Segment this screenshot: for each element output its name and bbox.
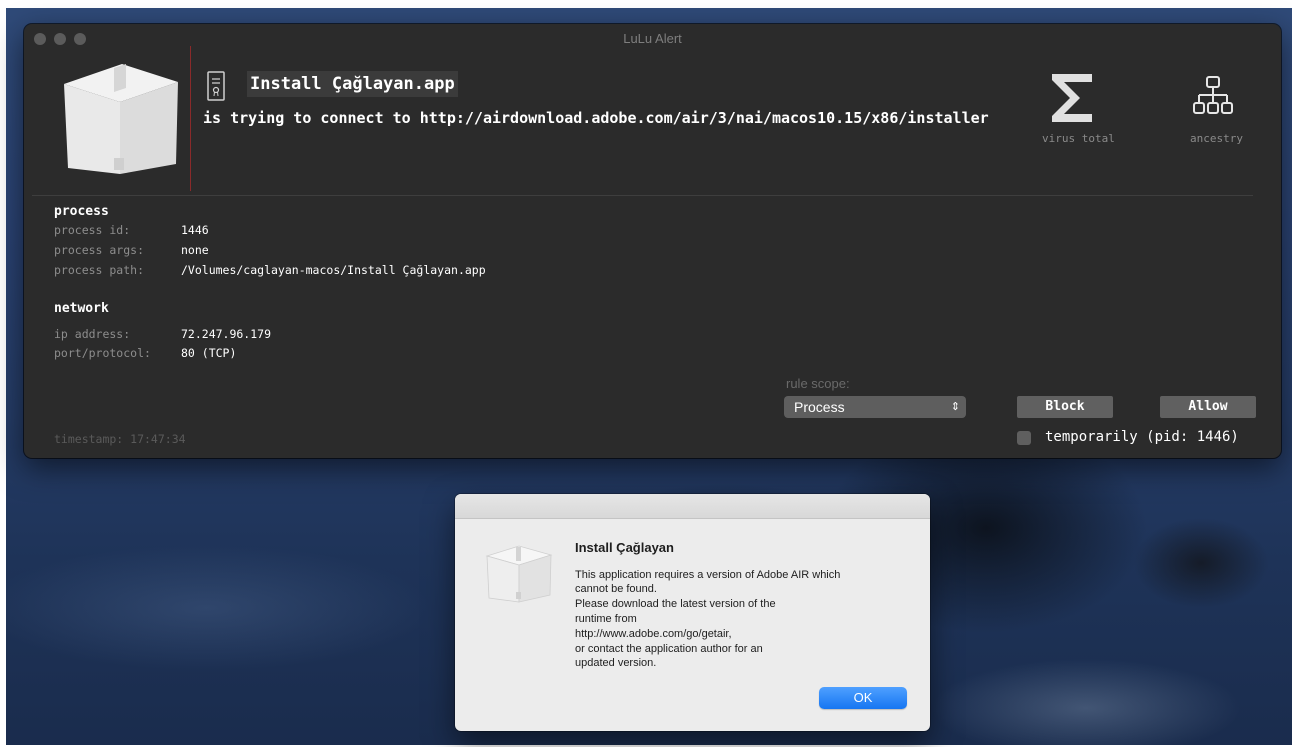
temporarily-checkbox[interactable]	[1017, 431, 1031, 445]
temporarily-label[interactable]: temporarily (pid: 1446)	[1045, 429, 1239, 445]
rule-scope-select[interactable]: Process ⇕	[784, 396, 966, 418]
install-error-dialog: Install Çağlayan This application requir…	[455, 494, 930, 731]
process-id-key: process id:	[54, 223, 131, 237]
port-protocol-value: 80 (TCP)	[181, 346, 237, 360]
virus-total-icon[interactable]	[1050, 72, 1094, 124]
virus-total-label[interactable]: virus total	[1042, 132, 1115, 145]
rule-scope-label: rule scope:	[786, 376, 850, 391]
dialog-message-line: Please download the latest version of th…	[575, 598, 776, 610]
ancestry-label[interactable]: ancestry	[1190, 132, 1243, 145]
timestamp: timestamp: 17:47:34	[54, 432, 186, 446]
header-divider	[190, 46, 191, 191]
dialog-message-line: http://www.adobe.com/go/getair,	[575, 628, 732, 640]
process-heading: process	[54, 204, 109, 219]
lulu-titlebar: LuLu Alert	[24, 24, 1281, 52]
ok-button[interactable]: OK	[819, 687, 907, 709]
installer-box-icon	[485, 545, 553, 603]
network-heading: network	[54, 301, 109, 316]
process-path-key: process path:	[54, 263, 145, 277]
ip-address-key: ip address:	[54, 327, 131, 341]
lulu-alert-window: LuLu Alert Install Çağlayan.app is tryin…	[24, 24, 1281, 458]
connection-message: is trying to connect to http://airdownlo…	[203, 109, 989, 127]
process-path-value: /Volumes/caglayan-macos/Install Çağlayan…	[181, 263, 486, 277]
rule-scope-value: Process	[794, 399, 845, 415]
document-icon	[207, 71, 225, 101]
installer-box-icon	[64, 64, 178, 174]
app-name: Install Çağlayan.app	[247, 71, 458, 97]
ancestry-icon[interactable]	[1193, 76, 1233, 118]
allow-button[interactable]: Allow	[1160, 396, 1256, 418]
process-args-value: none	[181, 243, 209, 257]
block-button[interactable]: Block	[1017, 396, 1113, 418]
process-id-value: 1446	[181, 223, 209, 237]
dialog-message-line: This application requires a version of A…	[575, 569, 841, 581]
dialog-message-line: or contact the application author for an	[575, 643, 763, 655]
section-divider	[32, 195, 1253, 196]
ip-address-value: 72.247.96.179	[181, 327, 272, 341]
dialog-message-line: cannot be found.	[575, 583, 657, 595]
dialog-message-line: updated version.	[575, 657, 657, 669]
chevron-updown-icon: ⇕	[950, 401, 960, 413]
dialog-title: Install Çağlayan	[575, 540, 674, 555]
dialog-message-line: runtime from	[575, 613, 637, 625]
port-protocol-key: port/protocol:	[54, 346, 151, 360]
window-title: LuLu Alert	[623, 31, 682, 46]
dialog-titlebar	[455, 494, 930, 519]
process-args-key: process args:	[54, 243, 145, 257]
